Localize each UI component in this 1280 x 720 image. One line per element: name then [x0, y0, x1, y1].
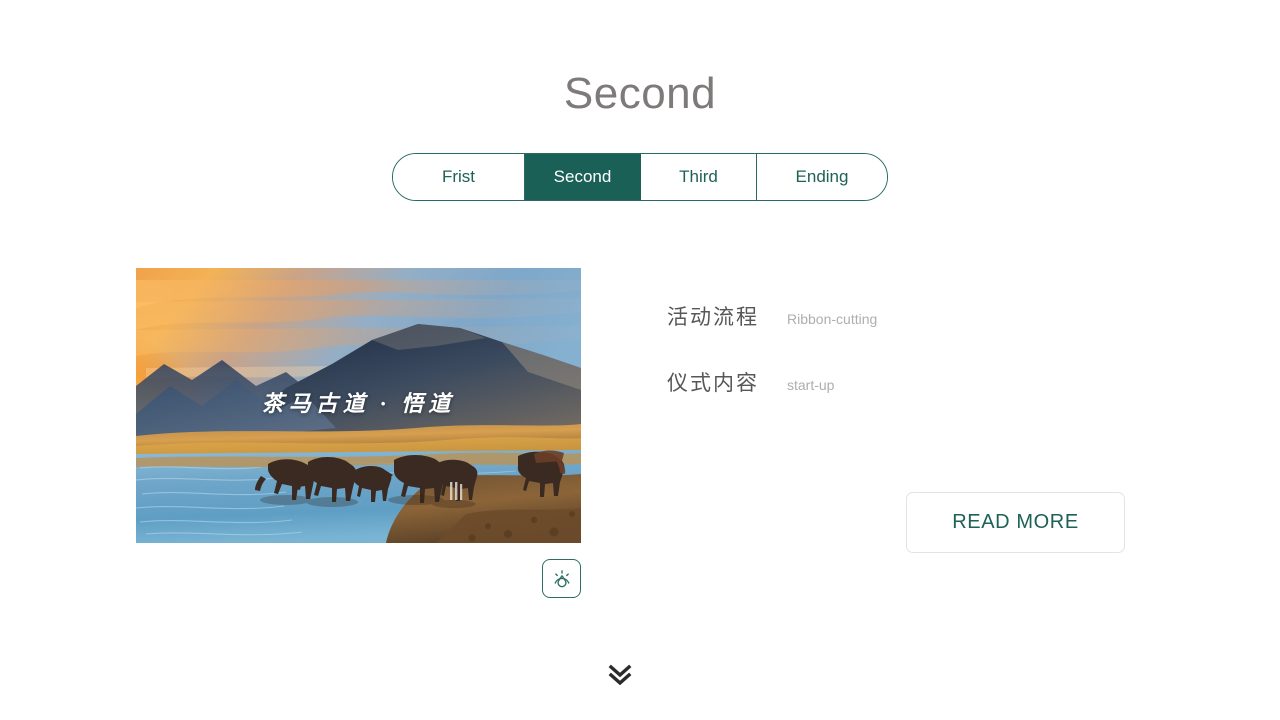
tab-frist-label: Frist [441, 167, 476, 186]
tab-second-label: Second [553, 167, 612, 186]
detail-row: 仪式内容 start-up [667, 367, 834, 397]
tab-third-label: Third [679, 167, 718, 186]
read-more-label: READ MORE [952, 511, 1079, 533]
tab-third[interactable]: Third [641, 154, 757, 200]
tab-ending[interactable]: Ending [757, 154, 887, 200]
tab-group: Frist Second Third Ending [392, 153, 888, 201]
tab-ending-label: Ending [795, 167, 849, 186]
double-chevron-down-icon [608, 664, 632, 686]
tab-frist[interactable]: Frist [393, 154, 525, 200]
hero-image[interactable]: 茶马古道 · 悟道 [136, 268, 581, 543]
scroll-down-button[interactable] [604, 660, 636, 688]
humidity-chip-button[interactable] [542, 559, 581, 598]
humidity-drop-icon [554, 569, 569, 587]
detail-value-activity-flow: Ribbon-cutting [787, 311, 878, 327]
read-more-button[interactable]: READ MORE [906, 492, 1125, 553]
detail-label-activity-flow: 活动流程 [667, 306, 759, 329]
detail-row: 活动流程 Ribbon-cutting [667, 301, 877, 331]
detail-label-ceremony-content: 仪式内容 [667, 372, 759, 395]
page-title: Second [563, 69, 717, 118]
hero-photo-illustration [136, 268, 581, 543]
tab-second[interactable]: Second [525, 154, 641, 200]
detail-value-ceremony-content: start-up [787, 377, 835, 393]
